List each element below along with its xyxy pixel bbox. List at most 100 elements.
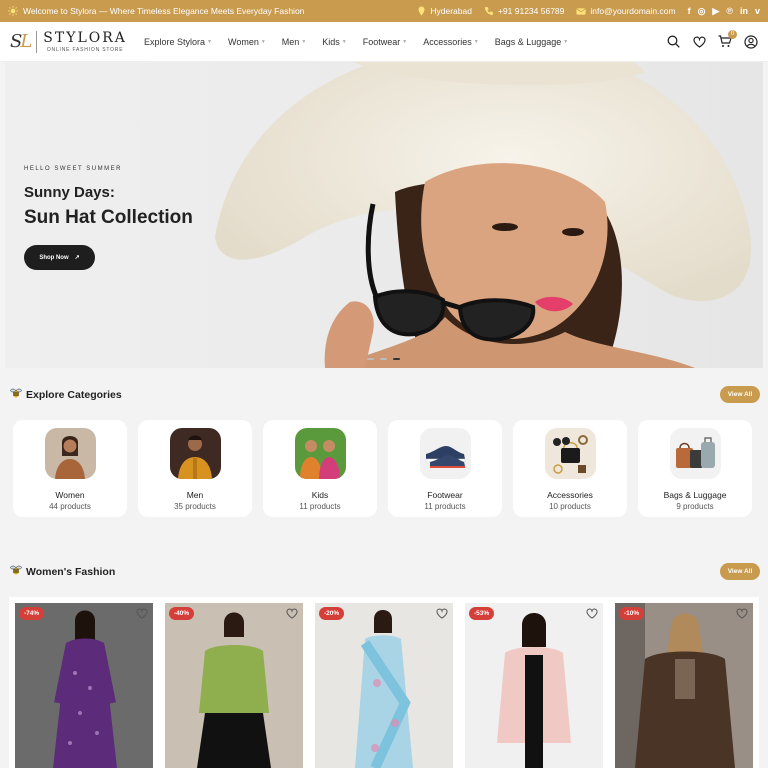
phone-link[interactable]: +91 91234 56789 — [484, 6, 564, 16]
arrow-up-right-icon: ↗ — [74, 255, 80, 261]
category-card-women[interactable]: Women 44 products — [13, 420, 127, 517]
product-image — [615, 603, 753, 768]
nav-item-kids[interactable]: Kids ▼ — [322, 37, 346, 47]
category-count: 44 products — [49, 502, 91, 511]
category-card-bags[interactable]: Bags & Luggage 9 products — [638, 420, 752, 517]
site-header: SL STYLORA ONLINE FASHION STORE Explore … — [0, 22, 768, 62]
womens-fashion-title: Women's Fashion — [10, 564, 115, 579]
chevron-down-icon: ▼ — [260, 38, 266, 45]
nav-item-accessories[interactable]: Accessories ▼ — [423, 37, 478, 47]
search-icon[interactable] — [666, 35, 680, 49]
brand-name: STYLORA — [43, 29, 127, 46]
category-card-men[interactable]: Men 35 products — [138, 420, 252, 517]
category-image-women — [44, 428, 96, 479]
product-card[interactable]: -40% — [165, 603, 303, 768]
hero-title-line2: Sun Hat Collection — [24, 207, 193, 228]
category-count: 35 products — [174, 502, 216, 511]
brand-logo[interactable]: SL STYLORA ONLINE FASHION STORE — [10, 29, 130, 53]
slider-dot[interactable] — [380, 358, 387, 360]
location: Hyderabad — [416, 6, 472, 16]
category-name: Women — [55, 490, 85, 500]
category-list: Women 44 products Men 35 products Kids 1… — [13, 420, 752, 517]
category-card-footwear[interactable]: Footwear 11 products — [388, 420, 502, 517]
chevron-down-icon: ▼ — [341, 38, 347, 45]
womens-fashion-header: Women's Fashion View All — [10, 563, 760, 580]
instagram-icon[interactable]: ◎ — [698, 6, 706, 17]
hero-content: HELLO SWEET SUMMER Sunny Days: Sun Hat C… — [24, 166, 193, 270]
womens-view-all-button[interactable]: View All — [720, 563, 760, 580]
wishlist-heart-icon[interactable] — [586, 608, 598, 620]
slider-dots — [367, 358, 400, 360]
nav-item-bags[interactable]: Bags & Luggage ▼ — [495, 37, 569, 47]
category-count: 11 products — [299, 502, 341, 511]
chevron-down-icon: ▼ — [301, 38, 307, 45]
shop-now-label: Shop Now — [39, 254, 69, 261]
product-image — [15, 603, 153, 768]
facebook-icon[interactable]: f — [688, 6, 691, 16]
discount-badge: -10% — [619, 607, 645, 620]
category-image-accessories — [544, 428, 596, 479]
product-image — [165, 603, 303, 768]
logo-divider — [36, 30, 38, 53]
social-links: f ◎ ▶ ℗ in v — [688, 6, 760, 17]
slider-dot[interactable] — [367, 358, 374, 360]
chevron-down-icon: ▼ — [473, 38, 479, 45]
product-card[interactable]: -74% — [15, 603, 153, 768]
product-image — [465, 603, 603, 768]
shop-now-button[interactable]: Shop Now ↗ — [24, 245, 95, 270]
category-name: Accessories — [547, 490, 593, 500]
youtube-icon[interactable]: ▶ — [712, 6, 719, 17]
product-grid: -74% -40% -20% -53% -10% — [9, 597, 759, 768]
hero-title-line1: Sunny Days: — [24, 184, 115, 201]
category-image-bags — [669, 428, 721, 479]
category-name: Men — [186, 490, 204, 500]
category-count: 9 products — [676, 502, 714, 511]
discount-badge: -53% — [469, 607, 495, 620]
hero-eyebrow: HELLO SWEET SUMMER — [24, 166, 122, 172]
category-name: Bags & Luggage — [663, 490, 727, 500]
bee-icon — [10, 387, 22, 402]
category-image-footwear — [419, 428, 471, 479]
slider-dot-active[interactable] — [393, 358, 400, 360]
category-name: Kids — [311, 490, 329, 500]
wishlist-heart-icon[interactable] — [136, 608, 148, 620]
category-count: 11 products — [424, 502, 466, 511]
discount-badge: -74% — [19, 607, 45, 620]
categories-view-all-button[interactable]: View All — [720, 386, 760, 403]
categories-title: Explore Categories — [10, 387, 122, 402]
category-card-accessories[interactable]: Accessories 10 products — [513, 420, 627, 517]
linkedin-icon[interactable]: in — [740, 6, 748, 16]
product-card[interactable]: -20% — [315, 603, 453, 768]
mail-icon — [576, 6, 586, 16]
nav-item-women[interactable]: Women ▼ — [228, 37, 266, 47]
main-nav: Explore Stylora ▼ Women ▼ Men ▼ Kids ▼ Footw… — [144, 37, 568, 47]
cart-icon[interactable]: 0 — [718, 29, 737, 49]
pinterest-icon[interactable]: ℗ — [726, 6, 733, 16]
product-card[interactable]: -10% — [615, 603, 753, 768]
cart-count-badge: 0 — [728, 29, 737, 39]
bee-icon — [10, 564, 22, 579]
nav-item-footwear[interactable]: Footwear ▼ — [363, 37, 407, 47]
location-text: Hyderabad — [430, 6, 472, 16]
logo-mark: SL — [10, 31, 32, 52]
email-link[interactable]: info@yourdomain.com — [576, 6, 676, 16]
vimeo-icon[interactable]: v — [755, 6, 760, 16]
category-card-kids[interactable]: Kids 11 products — [263, 420, 377, 517]
phone-text: +91 91234 56789 — [497, 6, 565, 16]
category-name: Footwear — [427, 490, 463, 500]
categories-header: Explore Categories View All — [10, 386, 760, 403]
product-card[interactable]: -53% — [465, 603, 603, 768]
category-image-men — [169, 428, 221, 479]
wishlist-heart-icon[interactable] — [736, 608, 748, 620]
nav-item-explore[interactable]: Explore Stylora ▼ — [144, 37, 212, 47]
announcement-bar: Welcome to Stylora — Where Timeless Eleg… — [0, 0, 768, 22]
category-image-kids — [294, 428, 346, 479]
nav-item-men[interactable]: Men ▼ — [282, 37, 306, 47]
heart-icon[interactable] — [692, 35, 706, 49]
wishlist-heart-icon[interactable] — [286, 608, 298, 620]
wishlist-heart-icon[interactable] — [436, 608, 448, 620]
brand-tagline: ONLINE FASHION STORE — [46, 46, 124, 53]
hero-banner: HELLO SWEET SUMMER Sunny Days: Sun Hat C… — [5, 62, 763, 368]
product-image — [315, 603, 453, 768]
user-icon[interactable] — [744, 34, 758, 49]
